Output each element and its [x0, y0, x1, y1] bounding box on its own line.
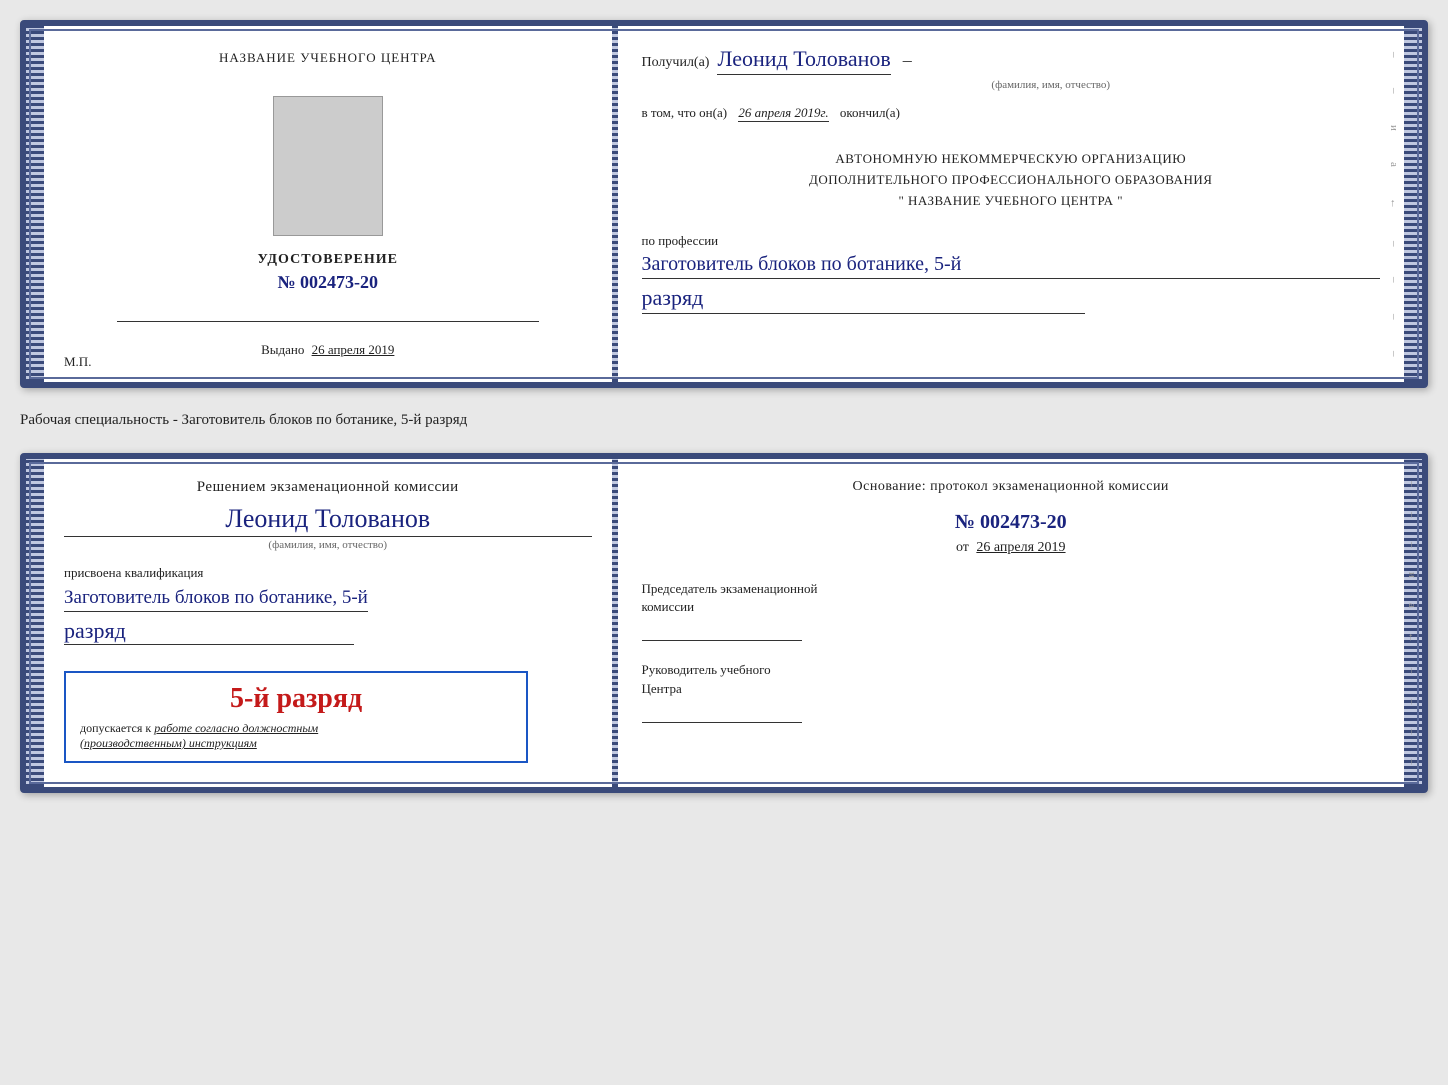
- cert1-received-name: Леонид Толованов: [717, 46, 890, 75]
- cert2-rukovoditel-sig-line: [642, 722, 802, 723]
- cert2-right-page: Основание: протокол экзаменационной коми…: [618, 459, 1405, 787]
- cert1-org-line1: АВТОНОМНУЮ НЕКОММЕРЧЕСКУЮ ОРГАНИЗАЦИЮ: [642, 149, 1381, 170]
- cert2-tsentra: Центра: [642, 681, 682, 696]
- cert2-left-border: [26, 459, 44, 787]
- cert1-vtom-date: 26 апреля 2019г.: [738, 105, 828, 122]
- deco2-line-9: –: [1406, 729, 1418, 735]
- cert1-profession-block: по профессии Заготовитель блоков по бота…: [642, 233, 1381, 314]
- cert2-decision: Решением экзаменационной комиссии: [64, 479, 592, 496]
- deco2-line-3: –: [1406, 542, 1418, 548]
- cert1-vydano-date: 26 апреля 2019: [312, 342, 395, 357]
- cert2-osnov: Основание: протокол экзаменационной коми…: [642, 479, 1381, 495]
- deco-line-2: –: [1388, 88, 1400, 94]
- cert2-ot-date: от 26 апреля 2019: [642, 540, 1381, 556]
- deco2-line-4: и: [1406, 572, 1418, 578]
- cert2-protocol-num: № 002473-20: [642, 511, 1381, 534]
- deco-line-6: –: [1388, 241, 1400, 247]
- deco2-line-2: –: [1406, 512, 1418, 518]
- cert2-rukovoditel-block: Руководитель учебного Центра: [642, 661, 1381, 722]
- cert1-dash: –: [903, 50, 912, 71]
- cert1-photo: [273, 96, 383, 236]
- cert1-vydano-label: Выдано: [261, 342, 304, 357]
- cert2-predsedatel-title: Председатель экзаменационной комиссии: [642, 580, 1381, 616]
- cert1-razryad: разряд: [642, 285, 1085, 314]
- cert1-poluchil: Получил(а): [642, 55, 710, 71]
- cert1-right-border: [1404, 26, 1422, 382]
- deco2-line-5: а: [1406, 603, 1418, 608]
- cert2-rukovoditel-line1: Руководитель учебного: [642, 662, 771, 677]
- cert1-udost-label: УДОСТОВЕРЕНИЕ: [258, 252, 398, 268]
- deco2-line-10: –: [1406, 759, 1418, 765]
- cert1-org-block: АВТОНОМНУЮ НЕКОММЕРЧЕСКУЮ ОРГАНИЗАЦИЮ ДО…: [642, 149, 1381, 211]
- deco2-line-6: ←: [1406, 632, 1418, 643]
- deco-line-5: ←: [1388, 198, 1400, 209]
- specialty-label: Рабочая специальность - Заготовитель бло…: [20, 404, 1428, 437]
- cert2-rukovoditel-title: Руководитель учебного Центра: [642, 661, 1381, 697]
- cert1-po-professii: по профессии: [642, 233, 1381, 249]
- cert2-допускается-label: допускается к: [80, 721, 151, 735]
- cert2-допускается: допускается к работе согласно должностны…: [80, 721, 512, 751]
- deco-line-1: –: [1388, 52, 1400, 58]
- cert1-org-line2: ДОПОЛНИТЕЛЬНОГО ПРОФЕССИОНАЛЬНОГО ОБРАЗО…: [642, 170, 1381, 191]
- certificate-2: Решением экзаменационной комиссии Леонид…: [20, 453, 1428, 793]
- cert2-predsedatel-line1: Председатель экзаменационной: [642, 581, 818, 596]
- cert1-line1: [117, 321, 539, 322]
- deco-line-3: и: [1388, 125, 1400, 131]
- cert1-vtom-line: в том, что он(а) 26 апреля 2019г. окончи…: [642, 105, 1381, 121]
- cert2-instruktsii: (производственным) инструкциям: [80, 736, 257, 750]
- cert2-fio-sub: (фамилия, имя, отчество): [64, 539, 592, 551]
- cert2-predsedatel-komissii: комиссии: [642, 599, 695, 614]
- cert2-qual-name: Заготовитель блоков по ботанике, 5-й: [64, 587, 368, 612]
- deco-line-4: а: [1388, 162, 1400, 167]
- cert1-org-line3: " НАЗВАНИЕ УЧЕБНОГО ЦЕНТРА ": [642, 191, 1381, 212]
- deco2-line-1: –: [1406, 481, 1418, 487]
- cert1-received-line: Получил(а) Леонид Толованов –: [642, 46, 1381, 75]
- cert2-predsedatel-block: Председатель экзаменационной комиссии: [642, 580, 1381, 641]
- deco2-line-8: –: [1406, 699, 1418, 705]
- certificate-1: НАЗВАНИЕ УЧЕБНОГО ЦЕНТРА УДОСТОВЕРЕНИЕ №…: [20, 20, 1428, 388]
- cert2-person-name: Леонид Толованов: [64, 504, 592, 537]
- cert2-assigned: присвоена квалификация: [64, 565, 203, 581]
- cert1-vtom-label: в том, что он(а): [642, 105, 728, 120]
- cert1-profession-name: Заготовитель блоков по ботанике, 5-й: [642, 253, 1381, 279]
- cert2-ot-date-val: 26 апреля 2019: [976, 540, 1065, 555]
- deco-line-8: –: [1388, 314, 1400, 320]
- cert2-stamp-box: 5-й разряд допускается к работе согласно…: [64, 671, 528, 763]
- cert1-fio-subtitle: (фамилия, имя, отчество): [722, 79, 1381, 91]
- cert1-deco-lines: – – и а ← – – – –: [1374, 26, 1404, 382]
- deco-line-7: –: [1388, 277, 1400, 283]
- cert1-school-name: НАЗВАНИЕ УЧЕБНОГО ЦЕНТРА: [219, 50, 436, 66]
- cert2-deco-lines: – – – и а ← – – – –: [1392, 459, 1422, 787]
- cert2-ot-label: от: [956, 540, 969, 555]
- cert1-left-border: [26, 26, 44, 382]
- cert2-razryad: разряд: [64, 618, 354, 645]
- cert1-vydano: Выдано 26 апреля 2019: [261, 342, 394, 358]
- cert1-left-page: НАЗВАНИЕ УЧЕБНОГО ЦЕНТРА УДОСТОВЕРЕНИЕ №…: [44, 26, 612, 382]
- cert1-right-page: Получил(а) Леонид Толованов – (фамилия, …: [618, 26, 1405, 382]
- cert1-number: № 002473-20: [277, 272, 378, 293]
- cert2-rabota: работе согласно должностным: [154, 721, 318, 735]
- deco2-line-7: –: [1406, 668, 1418, 674]
- cert2-predsedatel-sig-line: [642, 640, 802, 641]
- cert1-mp: М.П.: [64, 354, 91, 370]
- cert2-left-page: Решением экзаменационной комиссии Леонид…: [44, 459, 612, 787]
- page-container: НАЗВАНИЕ УЧЕБНОГО ЦЕНТРА УДОСТОВЕРЕНИЕ №…: [20, 20, 1428, 793]
- deco-line-9: –: [1388, 351, 1400, 357]
- cert2-stamp-razryad: 5-й разряд: [80, 683, 512, 715]
- cert1-okonchill: окончил(а): [840, 105, 900, 120]
